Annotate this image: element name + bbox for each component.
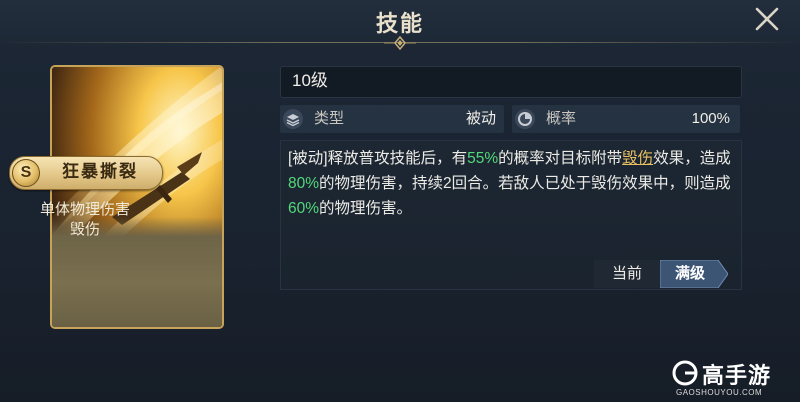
rate-value: 100% <box>691 110 730 127</box>
skill-short-description: 单体物理伤害 毁伤 <box>10 200 160 240</box>
level-bar <box>280 66 742 98</box>
type-value: 被动 <box>465 110 496 127</box>
tab-current[interactable]: 当前 <box>594 260 660 288</box>
skill-level: 10级 <box>292 71 328 90</box>
desc-value: 60% <box>288 200 320 217</box>
skill-full-description: [被动]释放普攻技能后，有55%的概率对目标附带毁伤效果，造成 80%的物理伤害，… <box>288 146 738 221</box>
diamond-ornament-icon <box>384 36 416 50</box>
desc-text: 的物理伤害。 <box>319 200 413 217</box>
type-label: 类型 <box>314 110 345 127</box>
desc-text: [被动]释放普攻技能后，有 <box>288 150 468 167</box>
skill-name: 狂暴撕裂 <box>62 162 138 181</box>
pie-chart-icon <box>515 109 535 129</box>
rate-label: 概率 <box>546 110 577 127</box>
layers-icon <box>283 109 303 129</box>
page-title: 技能 <box>375 11 424 36</box>
skill-desc-line2: 毁伤 <box>69 221 100 238</box>
watermark-subtext: GAOSHOUYOU.COM <box>676 388 763 397</box>
watermark-text: 高手游 <box>702 363 772 388</box>
close-icon[interactable] <box>752 4 782 34</box>
skill-card[interactable] <box>50 65 224 329</box>
desc-text: 的物理伤害，持续2回合。若敌人已处于毁伤效果中，则造成 <box>319 175 731 192</box>
tab-max-level[interactable]: 满级 <box>660 260 728 288</box>
watermark-logo-icon <box>672 360 698 386</box>
desc-value: 55% <box>467 150 499 167</box>
desc-value: 80% <box>288 175 320 192</box>
rank-badge: S <box>12 159 40 187</box>
watermark: 高手游 GAOSHOUYOU.COM <box>672 356 796 400</box>
skill-desc-line1: 单体物理伤害 <box>39 201 130 218</box>
desc-text: 效果，造成 <box>653 150 731 167</box>
tab-max-label: 满级 <box>674 265 705 282</box>
desc-text: 的概率对目标附带 <box>498 150 623 167</box>
desc-keyword-link[interactable]: 毁伤 <box>622 150 653 167</box>
